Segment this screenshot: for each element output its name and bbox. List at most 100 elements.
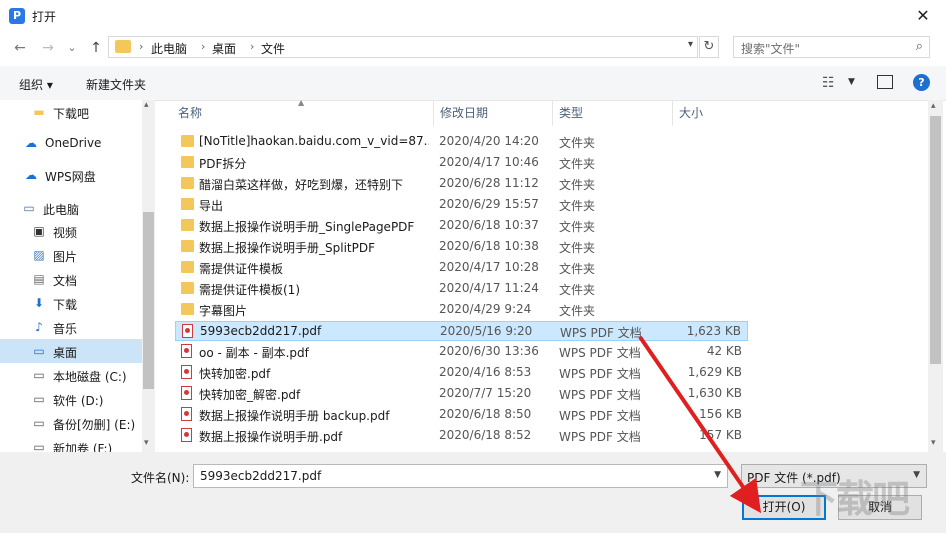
filename-input[interactable]: 5993ecb2dd217.pdf ▼ <box>193 464 728 488</box>
sidebar-item[interactable]: ▭ 备份[勿删] (E:) <box>0 411 142 435</box>
breadcrumb-separator: › <box>139 40 144 53</box>
folder-icon <box>181 240 194 252</box>
navigation-pane: ▬ 下载吧 ☁ OneDrive ☁ WPS网盘 ▭ 此电脑 ▣ 视频 ▨ 图片 ▤ 文档 ⬇ 下载 ♪ 音乐 ▭ 桌… <box>0 100 155 452</box>
column-size[interactable]: 大小 <box>673 100 753 126</box>
app-icon: P <box>9 8 25 24</box>
file-list-scrollbar[interactable]: ▴ ▾ <box>928 100 943 452</box>
folder-icon <box>181 135 194 147</box>
file-date: 2020/4/20 14:20 <box>439 134 539 148</box>
file-name: 字幕图片 <box>199 304 248 318</box>
file-date: 2020/5/16 9:20 <box>440 324 533 338</box>
sidebar-item[interactable]: ▭ 新加卷 (F:) <box>0 435 142 452</box>
file-row[interactable]: oo - 副本 - 副本.pdf 2020/6/30 13:36 WPS PDF 文… <box>175 342 748 362</box>
scroll-down-icon[interactable]: ▾ <box>144 438 149 448</box>
file-type: WPS PDF 文档 <box>560 326 642 340</box>
file-row[interactable]: 数据上报操作说明手册_SplitPDF 2020/6/18 10:38 文件夹 <box>175 237 748 257</box>
file-row[interactable]: 5993ecb2dd217.pdf 2020/5/16 9:20 WPS PDF 文… <box>175 321 748 341</box>
scrollbar-thumb[interactable] <box>930 116 941 364</box>
chevron-down-icon[interactable]: ▾ <box>688 39 693 50</box>
forward-button[interactable]: → <box>38 40 58 56</box>
file-row[interactable]: 数据上报操作说明手册_SinglePagePDF 2020/6/18 10:37 文… <box>175 216 748 236</box>
scroll-up-icon[interactable]: ▴ <box>144 100 149 110</box>
file-row[interactable]: 需提供证件模板 2020/4/17 10:28 文件夹 <box>175 258 748 278</box>
sidebar-item[interactable]: ▨ 图片 <box>0 243 142 267</box>
file-name: 数据上报操作说明手册_SplitPDF <box>199 241 375 255</box>
close-button[interactable]: ✕ <box>900 0 946 32</box>
desktop-icon: ▭ <box>33 344 45 358</box>
sidebar-scrollbar[interactable]: ▴ ▾ <box>142 100 155 452</box>
file-row[interactable]: [NoTitle]haokan.baidu.com_v_vid=87... 202… <box>175 132 748 152</box>
chevron-down-icon[interactable]: ▼ <box>714 470 721 480</box>
file-name: 快转加密_解密.pdf <box>199 388 301 402</box>
address-bar[interactable]: › 此电脑 › 桌面 › 文件 ▾ <box>108 36 698 58</box>
sidebar-item[interactable]: ▭ 此电脑 <box>0 196 142 220</box>
up-button[interactable]: ↑ <box>86 40 106 56</box>
sidebar-item[interactable]: ▭ 软件 (D:) <box>0 387 142 411</box>
scrollbar-thumb[interactable] <box>143 212 154 389</box>
file-size: 42 KB <box>706 344 742 358</box>
filename-label: 文件名(N): <box>131 471 190 485</box>
scroll-down-icon[interactable]: ▾ <box>931 438 936 448</box>
drive-icon: ▭ <box>33 440 45 452</box>
file-type: WPS PDF 文档 <box>559 409 641 423</box>
music-icon: ♪ <box>35 320 43 334</box>
back-button[interactable]: ← <box>10 40 30 56</box>
chevron-down-icon[interactable]: ▼ <box>913 470 920 480</box>
sidebar-item[interactable]: ♪ 音乐 <box>0 315 142 339</box>
column-date[interactable]: 修改日期 <box>434 100 553 126</box>
refresh-button[interactable]: ↻ <box>699 36 719 58</box>
sidebar-item[interactable]: ▭ 桌面 <box>0 339 142 363</box>
file-type: 文件夹 <box>559 178 596 192</box>
file-name: 5993ecb2dd217.pdf <box>200 324 322 338</box>
recent-locations-button[interactable]: ⌄ <box>62 40 82 56</box>
pdf-file-icon <box>181 386 192 400</box>
chevron-down-icon[interactable]: ▼ <box>848 77 855 87</box>
file-type: 文件夹 <box>559 157 596 171</box>
breadcrumb-desktop[interactable]: 桌面 <box>212 40 236 57</box>
sidebar-item[interactable]: ☁ WPS网盘 <box>0 163 142 187</box>
file-type: WPS PDF 文档 <box>559 367 641 381</box>
sidebar-item[interactable]: ⬇ 下载 <box>0 291 142 315</box>
organize-button[interactable]: 组织 ▾ <box>19 76 53 93</box>
drive-icon: ▭ <box>33 416 45 430</box>
pdf-file-icon <box>181 344 192 358</box>
file-row[interactable]: 快转加密_解密.pdf 2020/7/7 15:20 WPS PDF 文档 1,630… <box>175 384 748 404</box>
file-type: 文件夹 <box>559 199 596 213</box>
file-row[interactable]: 导出 2020/6/29 15:57 文件夹 <box>175 195 748 215</box>
breadcrumb-separator: › <box>250 40 255 53</box>
scroll-up-icon[interactable]: ▴ <box>931 101 936 111</box>
column-type[interactable]: 类型 <box>553 100 673 126</box>
file-type: 文件夹 <box>559 136 596 150</box>
view-options-icon[interactable]: ☷ <box>822 75 835 91</box>
breadcrumb-files[interactable]: 文件 <box>261 40 285 57</box>
file-row[interactable]: PDF拆分 2020/4/17 10:46 文件夹 <box>175 153 748 173</box>
file-size: 1,629 KB <box>687 365 742 379</box>
breadcrumb-this-pc[interactable]: 此电脑 <box>151 40 187 57</box>
file-name: 数据上报操作说明手册 backup.pdf <box>199 409 390 423</box>
file-row[interactable]: 字幕图片 2020/4/29 9:24 文件夹 <box>175 300 748 320</box>
file-row[interactable]: 需提供证件模板(1) 2020/4/17 11:24 文件夹 <box>175 279 748 299</box>
new-folder-button[interactable]: 新建文件夹 <box>86 76 146 93</box>
filename-value[interactable]: 5993ecb2dd217.pdf <box>200 469 321 483</box>
file-row[interactable]: 数据上报操作说明手册 backup.pdf 2020/6/18 8:50 WPS P… <box>175 405 748 425</box>
help-icon[interactable]: ? <box>913 74 930 91</box>
search-box[interactable]: 搜索"文件" ⌕ <box>733 36 930 58</box>
preview-pane-icon[interactable] <box>877 75 893 89</box>
folder-icon <box>181 261 194 273</box>
sidebar-item[interactable]: ☁ OneDrive <box>0 131 142 155</box>
file-name: 数据上报操作说明手册.pdf <box>199 430 343 444</box>
folder-icon: ▬ <box>33 105 45 119</box>
sidebar-item[interactable]: ▣ 视频 <box>0 219 142 243</box>
file-row[interactable]: 快转加密.pdf 2020/4/16 8:53 WPS PDF 文档 1,629 KB <box>175 363 748 383</box>
search-input[interactable]: 搜索"文件" <box>741 40 800 57</box>
file-name: 需提供证件模板 <box>199 262 284 276</box>
sidebar-item[interactable]: ▬ 下载吧 <box>0 100 142 124</box>
file-type: 文件夹 <box>559 283 596 297</box>
breadcrumb-separator: › <box>201 40 206 53</box>
file-row[interactable]: 数据上报操作说明手册.pdf 2020/6/18 8:52 WPS PDF 文档 15… <box>175 426 748 446</box>
column-name[interactable]: 名称 <box>172 100 434 126</box>
sidebar-item[interactable]: ▭ 本地磁盘 (C:) <box>0 363 142 387</box>
file-date: 2020/6/18 8:50 <box>439 407 532 421</box>
sidebar-item[interactable]: ▤ 文档 <box>0 267 142 291</box>
file-row[interactable]: 醋溜白菜这样做，好吃到爆，还特别下 2020/6/28 11:12 文件夹 <box>175 174 748 194</box>
